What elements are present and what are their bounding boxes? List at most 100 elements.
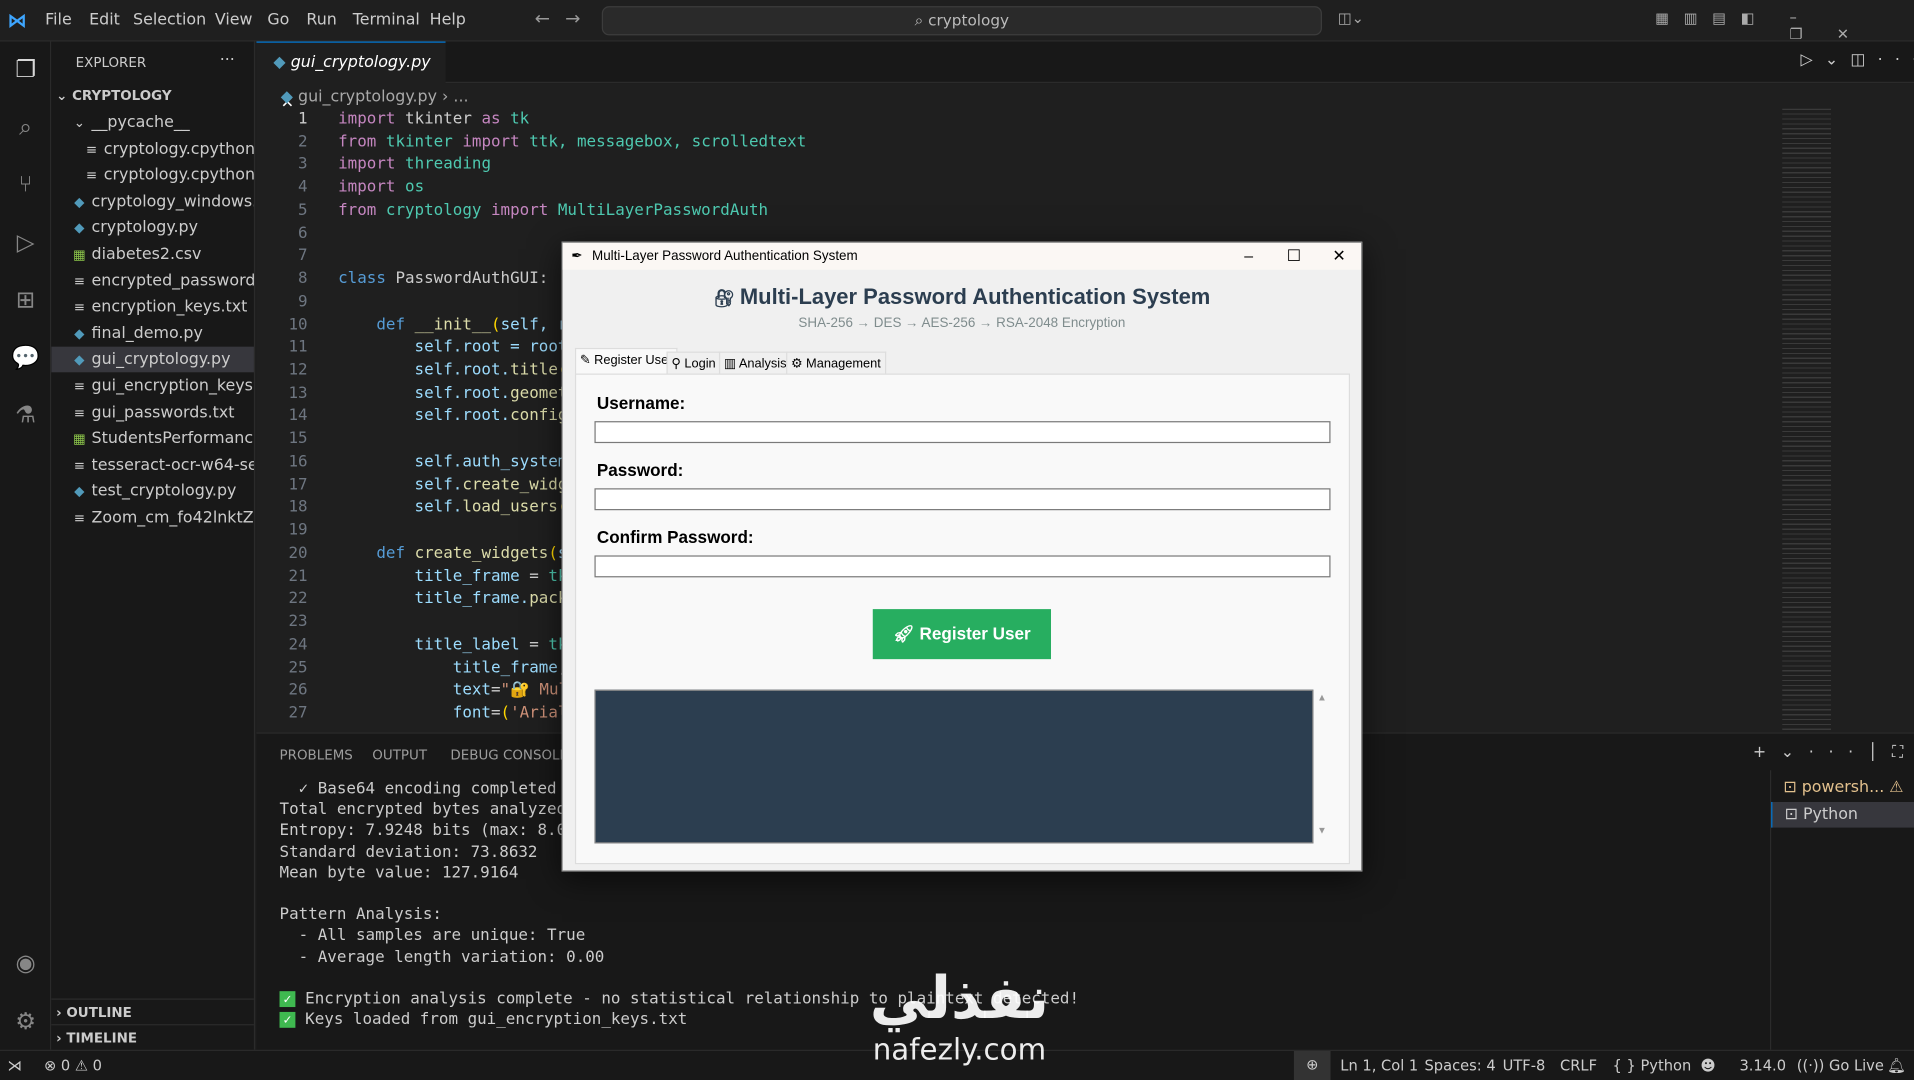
zoom-icon[interactable]: ⊕ <box>1293 1050 1331 1080</box>
tab-analysis[interactable]: ▥ Analysis <box>718 351 792 375</box>
code-line[interactable]: self.load_users( <box>338 499 568 517</box>
terminal-python[interactable]: ⊡ Python <box>1771 801 1914 828</box>
file-item[interactable]: ◆ cryptology.py <box>51 215 254 241</box>
copilot-status-icon[interactable]: ☻ <box>1700 1057 1715 1074</box>
chat-icon[interactable]: 💬 <box>10 342 42 374</box>
panel-actions[interactable]: +⌄···│⛶✕ <box>1753 743 1914 761</box>
file-item[interactable]: ▦ StudentsPerformance.... <box>51 426 254 452</box>
breadcrumb[interactable]: ◆ gui_cryptology.py › ... <box>281 88 469 106</box>
file-item[interactable]: ◆ test_cryptology.py <box>51 479 254 505</box>
code-line[interactable]: self.auth_system <box>338 453 568 471</box>
tab-management[interactable]: ⚙ Management <box>786 351 886 375</box>
file-item[interactable]: ◆ final_demo.py <box>51 321 254 347</box>
code-line[interactable]: self.create_widg <box>338 476 568 494</box>
panel-tab-debug-console[interactable]: DEBUG CONSOLE <box>450 747 568 763</box>
search-icon[interactable]: ⌕ <box>10 111 42 143</box>
problems-status[interactable]: ⊗ 0 ⚠ 0 <box>44 1057 102 1074</box>
menu-run[interactable]: Run <box>306 11 336 29</box>
panel-tab-output[interactable]: OUTPUT <box>372 747 427 763</box>
tab-register-user[interactable]: ✎ Register User <box>574 347 678 375</box>
file-item[interactable]: ≡ encrypted_passwords... <box>51 268 254 294</box>
code-line[interactable]: title_label = tk <box>338 636 568 654</box>
file-item[interactable]: ◆ gui_cryptology.py <box>51 347 254 373</box>
panel-tab-problems[interactable]: PROBLEMS <box>280 747 353 763</box>
remote-icon[interactable]: ⋊ <box>7 1057 22 1074</box>
terminal-powershell[interactable]: ⊡ powersh... ⚠ <box>1771 775 1914 801</box>
editor-actions[interactable]: ▷⌄◫··· <box>1800 51 1914 69</box>
register-user-button[interactable]: 🚀︎ Register User <box>872 609 1051 660</box>
encoding[interactable]: UTF-8 <box>1503 1057 1546 1074</box>
output-scrollbar[interactable]: ▲ ▼ <box>1313 690 1330 844</box>
code-line[interactable]: from cryptology import MultiLayerPasswor… <box>338 201 768 219</box>
username-field[interactable] <box>594 421 1331 444</box>
code-line[interactable]: import os <box>338 178 424 196</box>
code-line[interactable]: self.root.geomet <box>338 384 568 402</box>
code-line[interactable]: title_frame = tk <box>338 567 568 585</box>
activity-bar: ❐ ⌕ ⑂ ▷ ⊞ 💬 ⚗ ◉ ⚙ <box>0 41 52 1050</box>
code-line[interactable]: text="🔐 Mul <box>338 681 568 699</box>
file-item[interactable]: ≡ cryptology.cpython-... <box>51 163 254 189</box>
more-icon[interactable]: ··· <box>220 51 235 69</box>
file-item[interactable]: ≡ cryptology.cpython-... <box>51 136 254 162</box>
timeline-section[interactable]: › TIMELINE <box>51 1024 254 1050</box>
code-line[interactable]: import tkinter as tk <box>338 110 529 128</box>
code-line[interactable]: self.root.config <box>338 407 568 425</box>
code-line[interactable]: import threading <box>338 156 491 174</box>
code-line[interactable]: def create_widgets(s <box>338 544 567 562</box>
menu-edit[interactable]: Edit <box>89 11 120 29</box>
menu-help[interactable]: Help <box>430 11 466 29</box>
output-textarea[interactable] <box>594 689 1314 844</box>
back-icon[interactable]: ← <box>535 7 550 29</box>
window-controls[interactable]: –❐✕ <box>1789 9 1914 43</box>
command-search[interactable]: ⌕ cryptology <box>601 6 1322 36</box>
line-ending[interactable]: CRLF <box>1560 1057 1597 1074</box>
menu-file[interactable]: File <box>45 11 72 29</box>
explorer-icon[interactable]: ❐ <box>10 54 42 86</box>
indentation[interactable]: Spaces: 4 <box>1425 1057 1496 1074</box>
minimize-button[interactable]: – <box>1227 243 1271 270</box>
password-field[interactable] <box>594 488 1331 511</box>
code-line[interactable]: title_frame, <box>338 659 568 677</box>
menu-go[interactable]: Go <box>267 11 289 29</box>
source-control-icon[interactable]: ⑂ <box>10 168 42 200</box>
account-icon[interactable]: ◉ <box>10 947 42 979</box>
code-line[interactable]: self.root = root <box>338 338 568 356</box>
python-version[interactable]: 3.14.0 <box>1739 1057 1786 1074</box>
file-item[interactable]: ≡ encryption_keys.txt <box>51 294 254 320</box>
file-item[interactable]: ≡ Zoom_cm_fo42lnktZ9... <box>51 505 254 531</box>
menu-selection[interactable]: Selection <box>133 11 206 29</box>
file-item[interactable]: ◆ cryptology_windows.py <box>51 189 254 215</box>
code-line[interactable]: title_frame.pack <box>338 590 568 608</box>
file-item[interactable]: ⌄ __pycache__ <box>51 110 254 136</box>
outline-section[interactable]: › OUTLINE <box>51 998 254 1024</box>
code-line[interactable]: font=('Arial <box>338 704 568 722</box>
menu-view[interactable]: View <box>215 11 253 29</box>
tab-login[interactable]: ⚲ Login <box>666 351 721 375</box>
close-button[interactable]: ✕ <box>1317 243 1361 270</box>
file-item[interactable]: ≡ tesseract-ocr-w64-set... <box>51 453 254 479</box>
extensions-icon[interactable]: ⊞ <box>10 284 42 316</box>
language-mode[interactable]: { } Python <box>1612 1057 1691 1074</box>
copilot-icon[interactable]: ◫⌄ <box>1338 10 1364 27</box>
code-line[interactable]: from tkinter import ttk, messagebox, scr… <box>338 133 806 151</box>
cursor-position[interactable]: Ln 1, Col 1 <box>1340 1057 1418 1074</box>
menu-terminal[interactable]: Terminal <box>353 11 420 29</box>
testing-icon[interactable]: ⚗ <box>10 399 42 431</box>
tab-gui-cryptology[interactable]: ◆ gui_cryptology.py ✕ <box>256 41 446 112</box>
file-item[interactable]: ≡ gui_encryption_keys.txt <box>51 374 254 400</box>
code-line[interactable]: def __init__(self, r <box>338 316 567 334</box>
forward-icon[interactable]: → <box>565 7 580 29</box>
folder-root[interactable]: ⌄ CRYPTOLOGY <box>51 83 254 109</box>
confirm-password-field[interactable] <box>594 555 1331 578</box>
settings-icon[interactable]: ⚙ <box>10 1006 42 1038</box>
code-line[interactable]: self.root.title( <box>338 361 568 379</box>
file-item[interactable]: ▦ diabetes2.csv <box>51 242 254 268</box>
minimap[interactable] <box>1782 108 1831 732</box>
notifications-icon[interactable]: 🔔︎ <box>1887 1057 1906 1074</box>
layout-icons[interactable]: ▦▥▤◧ <box>1655 10 1769 27</box>
code-line[interactable]: class PasswordAuthGUI: <box>338 270 548 288</box>
go-live[interactable]: ((·)) Go Live <box>1797 1057 1884 1074</box>
file-item[interactable]: ≡ gui_passwords.txt <box>51 400 254 426</box>
run-debug-icon[interactable]: ▷ <box>10 227 42 259</box>
maximize-button[interactable]: ☐ <box>1272 243 1316 270</box>
